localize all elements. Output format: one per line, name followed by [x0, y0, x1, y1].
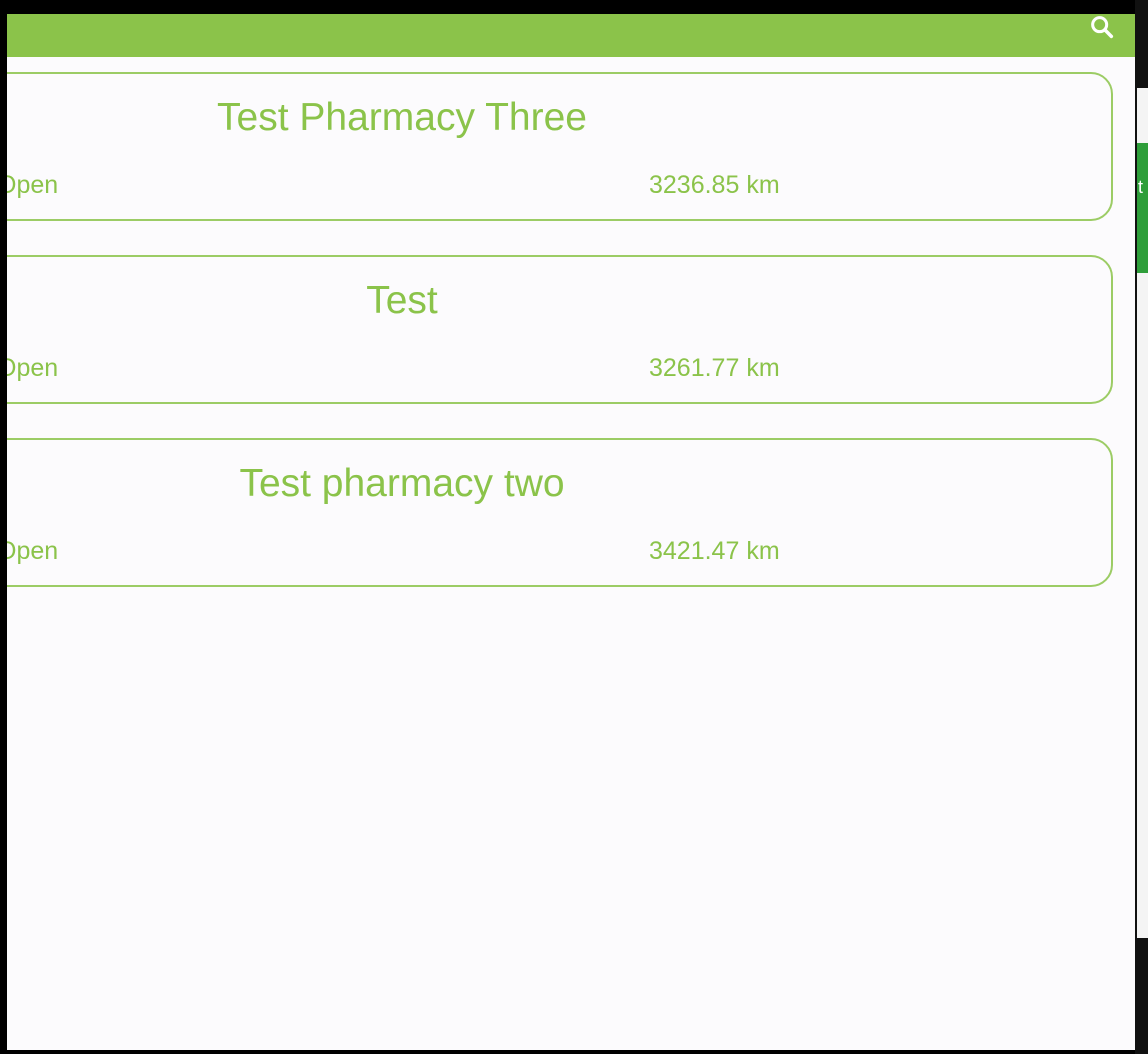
pharmacy-name: Test: [366, 279, 438, 322]
pharmacy-distance: 3261.77 km: [649, 354, 780, 382]
background-text-fragment: t: [1138, 177, 1144, 197]
search-button[interactable]: [1087, 14, 1117, 42]
app-bar: [7, 14, 1135, 57]
pharmacy-card[interactable]: Test Pharmacy Three Open 3236.85 km: [7, 72, 1113, 221]
pharmacy-list: Test Pharmacy Three Open 3236.85 km Test…: [7, 72, 1135, 621]
pharmacy-name: Test pharmacy two: [239, 462, 565, 505]
pharmacy-card[interactable]: Test pharmacy two Open 3421.47 km: [7, 438, 1113, 587]
pharmacy-status: Open: [7, 537, 59, 565]
pharmacy-card[interactable]: Test Open 3261.77 km: [7, 255, 1113, 404]
pharmacy-distance: 3421.47 km: [649, 537, 780, 565]
pharmacy-status: Open: [7, 171, 59, 199]
search-icon: [1091, 16, 1114, 39]
app-screen: Test Pharmacy Three Open 3236.85 km Test…: [7, 14, 1135, 1050]
pharmacy-name: Test Pharmacy Three: [217, 96, 587, 139]
pharmacy-distance: 3236.85 km: [649, 171, 780, 199]
background-green-button: t: [1137, 143, 1148, 273]
pharmacy-status: Open: [7, 354, 59, 382]
